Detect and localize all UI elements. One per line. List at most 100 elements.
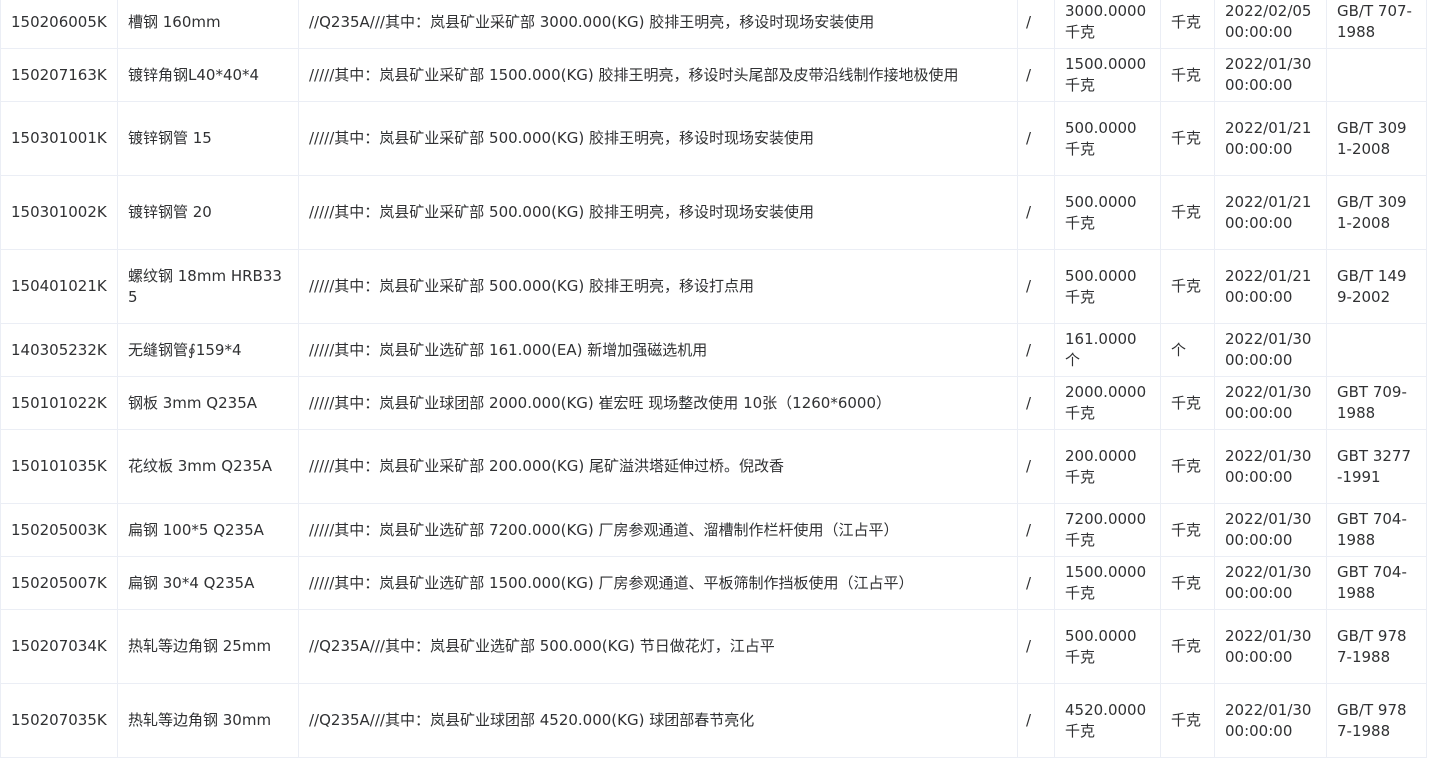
material-quantity: 7200.0000千克 xyxy=(1054,503,1161,557)
material-quantity: 2000.0000千克 xyxy=(1054,376,1161,430)
material-standard: GB/T 3091-2008 xyxy=(1326,175,1427,250)
material-description: //Q235A///其中：岚县矿业球团部 4520.000(KG) 球团部春节亮… xyxy=(298,683,1018,758)
material-flag: / xyxy=(1017,556,1055,610)
material-standard xyxy=(1326,48,1427,102)
material-flag: / xyxy=(1017,175,1055,250)
material-flag: / xyxy=(1017,101,1055,176)
material-standard: GB/T 1499-2002 xyxy=(1326,249,1427,324)
material-flag: / xyxy=(1017,376,1055,430)
table-row[interactable]: 150301001K 镀锌钢管 15 /////其中：岚县矿业采矿部 500.0… xyxy=(0,101,1427,176)
material-unit: 千克 xyxy=(1160,683,1215,758)
material-date: 2022/01/30 00:00:00 xyxy=(1214,609,1327,684)
material-quantity: 1500.0000千克 xyxy=(1054,556,1161,610)
material-code: 150205007K xyxy=(0,556,118,610)
material-unit: 千克 xyxy=(1160,429,1215,504)
material-flag: / xyxy=(1017,323,1055,377)
material-flag: / xyxy=(1017,48,1055,102)
material-standard: GBT 704-1988 xyxy=(1326,556,1427,610)
material-description: //Q235A///其中：岚县矿业选矿部 500.000(KG) 节日做花灯，江… xyxy=(298,609,1018,684)
material-code: 140305232K xyxy=(0,323,118,377)
table-row[interactable]: 150101022K 钢板 3mm Q235A /////其中：岚县矿业球团部 … xyxy=(0,376,1427,430)
material-standard: GBT 709-1988 xyxy=(1326,376,1427,430)
table-row[interactable]: 150207034K 热轧等边角钢 25mm //Q235A///其中：岚县矿业… xyxy=(0,609,1427,684)
material-code: 150205003K xyxy=(0,503,118,557)
material-quantity: 161.0000个 xyxy=(1054,323,1161,377)
material-date: 2022/01/21 00:00:00 xyxy=(1214,101,1327,176)
material-name: 钢板 3mm Q235A xyxy=(117,376,299,430)
table-row[interactable]: 150207163K 镀锌角钢L40*40*4 /////其中：岚县矿业采矿部 … xyxy=(0,48,1427,102)
material-date: 2022/01/30 00:00:00 xyxy=(1214,429,1327,504)
table-row[interactable]: 150206005K 槽钢 160mm //Q235A///其中：岚县矿业采矿部… xyxy=(0,0,1427,49)
material-quantity: 3000.0000千克 xyxy=(1054,0,1161,49)
material-description: /////其中：岚县矿业选矿部 1500.000(KG) 厂房参观通道、平板筛制… xyxy=(298,556,1018,610)
material-unit: 千克 xyxy=(1160,503,1215,557)
material-unit: 千克 xyxy=(1160,0,1215,49)
material-quantity: 200.0000千克 xyxy=(1054,429,1161,504)
material-name: 螺纹钢 18mm HRB335 xyxy=(117,249,299,324)
data-table-container: 150206005K 槽钢 160mm //Q235A///其中：岚县矿业采矿部… xyxy=(0,0,1431,758)
material-date: 2022/01/21 00:00:00 xyxy=(1214,249,1327,324)
material-code: 150401021K xyxy=(0,249,118,324)
material-name: 镀锌钢管 15 xyxy=(117,101,299,176)
material-quantity: 1500.0000千克 xyxy=(1054,48,1161,102)
material-standard: GB/T 9787-1988 xyxy=(1326,609,1427,684)
material-standard: GBT 3277-1991 xyxy=(1326,429,1427,504)
material-unit: 个 xyxy=(1160,323,1215,377)
material-flag: / xyxy=(1017,683,1055,758)
material-code: 150207035K xyxy=(0,683,118,758)
material-standard: GB/T 9787-1988 xyxy=(1326,683,1427,758)
material-unit: 千克 xyxy=(1160,376,1215,430)
material-standard: GB/T 3091-2008 xyxy=(1326,101,1427,176)
material-quantity: 500.0000千克 xyxy=(1054,101,1161,176)
table-row[interactable]: 140305232K 无缝钢管∮159*4 /////其中：岚县矿业选矿部 16… xyxy=(0,323,1427,377)
material-unit: 千克 xyxy=(1160,609,1215,684)
material-code: 150206005K xyxy=(0,0,118,49)
material-name: 镀锌角钢L40*40*4 xyxy=(117,48,299,102)
material-date: 2022/01/21 00:00:00 xyxy=(1214,175,1327,250)
material-flag: / xyxy=(1017,0,1055,49)
material-name: 镀锌钢管 20 xyxy=(117,175,299,250)
material-date: 2022/01/30 00:00:00 xyxy=(1214,683,1327,758)
table-row[interactable]: 150301002K 镀锌钢管 20 /////其中：岚县矿业采矿部 500.0… xyxy=(0,175,1427,250)
material-description: /////其中：岚县矿业采矿部 500.000(KG) 胶排王明亮，移设时现场安… xyxy=(298,175,1018,250)
material-description: /////其中：岚县矿业采矿部 500.000(KG) 胶排王明亮，移设打点用 xyxy=(298,249,1018,324)
table-row[interactable]: 150401021K 螺纹钢 18mm HRB335 /////其中：岚县矿业采… xyxy=(0,249,1427,324)
material-quantity: 500.0000千克 xyxy=(1054,175,1161,250)
material-flag: / xyxy=(1017,609,1055,684)
material-code: 150207163K xyxy=(0,48,118,102)
material-name: 热轧等边角钢 25mm xyxy=(117,609,299,684)
table-row[interactable]: 150207035K 热轧等边角钢 30mm //Q235A///其中：岚县矿业… xyxy=(0,683,1427,758)
material-code: 150101022K xyxy=(0,376,118,430)
material-name: 扁钢 100*5 Q235A xyxy=(117,503,299,557)
material-quantity: 4520.0000千克 xyxy=(1054,683,1161,758)
material-unit: 千克 xyxy=(1160,48,1215,102)
material-code: 150207034K xyxy=(0,609,118,684)
material-flag: / xyxy=(1017,503,1055,557)
material-name: 无缝钢管∮159*4 xyxy=(117,323,299,377)
material-description: /////其中：岚县矿业球团部 2000.000(KG) 崔宏旺 现场整改使用 … xyxy=(298,376,1018,430)
material-quantity: 500.0000千克 xyxy=(1054,249,1161,324)
material-table: 150206005K 槽钢 160mm //Q235A///其中：岚县矿业采矿部… xyxy=(0,0,1427,758)
material-unit: 千克 xyxy=(1160,175,1215,250)
material-date: 2022/01/30 00:00:00 xyxy=(1214,323,1327,377)
material-standard xyxy=(1326,323,1427,377)
material-quantity: 500.0000千克 xyxy=(1054,609,1161,684)
material-flag: / xyxy=(1017,429,1055,504)
table-row[interactable]: 150205007K 扁钢 30*4 Q235A /////其中：岚县矿业选矿部… xyxy=(0,556,1427,610)
material-description: /////其中：岚县矿业选矿部 161.000(EA) 新增加强磁选机用 xyxy=(298,323,1018,377)
material-description: //Q235A///其中：岚县矿业采矿部 3000.000(KG) 胶排王明亮，… xyxy=(298,0,1018,49)
material-date: 2022/01/30 00:00:00 xyxy=(1214,48,1327,102)
material-date: 2022/01/30 00:00:00 xyxy=(1214,376,1327,430)
material-name: 热轧等边角钢 30mm xyxy=(117,683,299,758)
material-standard: GB/T 707-1988 xyxy=(1326,0,1427,49)
material-date: 2022/01/30 00:00:00 xyxy=(1214,503,1327,557)
material-code: 150101035K xyxy=(0,429,118,504)
table-row[interactable]: 150101035K 花纹板 3mm Q235A /////其中：岚县矿业采矿部… xyxy=(0,429,1427,504)
table-row[interactable]: 150205003K 扁钢 100*5 Q235A /////其中：岚县矿业选矿… xyxy=(0,503,1427,557)
material-description: /////其中：岚县矿业选矿部 7200.000(KG) 厂房参观通道、溜槽制作… xyxy=(298,503,1018,557)
material-date: 2022/02/05 00:00:00 xyxy=(1214,0,1327,49)
material-code: 150301002K xyxy=(0,175,118,250)
material-description: /////其中：岚县矿业采矿部 500.000(KG) 胶排王明亮，移设时现场安… xyxy=(298,101,1018,176)
material-date: 2022/01/30 00:00:00 xyxy=(1214,556,1327,610)
material-unit: 千克 xyxy=(1160,101,1215,176)
